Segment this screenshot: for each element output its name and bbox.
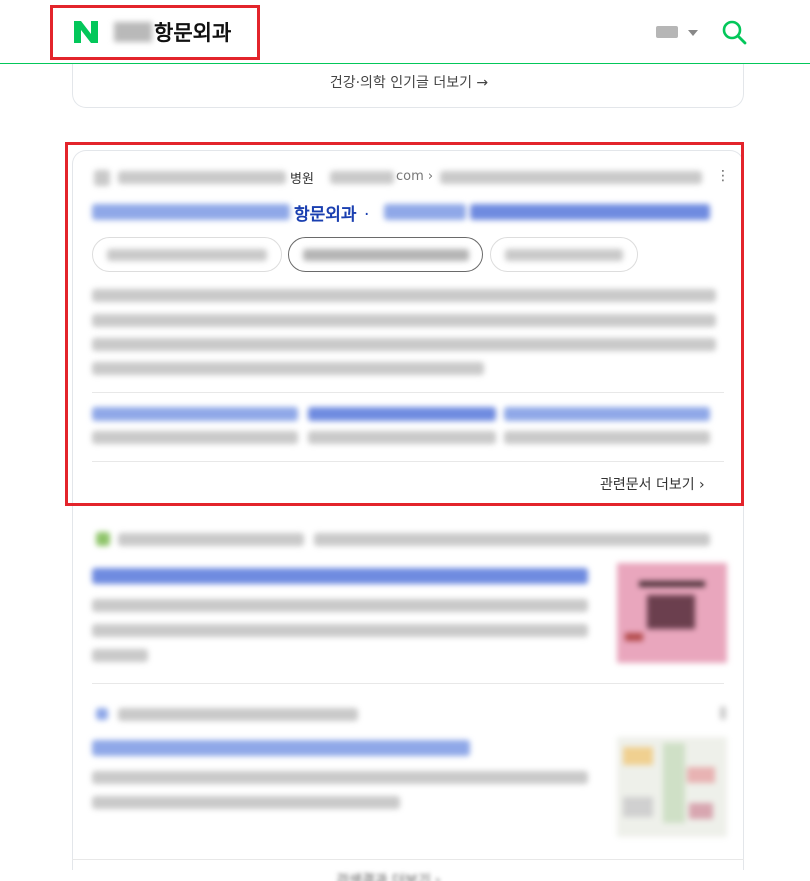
- previous-result-card: 건강·의학 인기글 더보기 →: [72, 64, 744, 108]
- favicon: [96, 708, 108, 720]
- result3-title[interactable]: [92, 740, 470, 756]
- favicon: [96, 532, 110, 546]
- search-icon[interactable]: [721, 19, 747, 45]
- result3-snippet-2: [92, 796, 400, 809]
- result3-snippet-1: [92, 771, 588, 784]
- result2-snippet-1: [92, 599, 588, 612]
- divider: [92, 683, 724, 684]
- breadcrumb-redacted: [314, 533, 710, 546]
- result2-snippet-3: [92, 649, 148, 662]
- more-options-icon[interactable]: [720, 706, 726, 720]
- caret-down-icon[interactable]: [688, 30, 698, 36]
- more-results-link[interactable]: 검색결과 더보기 ›: [336, 870, 441, 881]
- source-name-redacted: [118, 533, 304, 546]
- result2-thumbnail[interactable]: [617, 563, 727, 663]
- keyboard-icon[interactable]: [656, 26, 678, 38]
- popular-posts-more-link[interactable]: 건강·의학 인기글 더보기 →: [73, 72, 745, 92]
- divider: [72, 859, 744, 860]
- source-name-redacted: [118, 708, 358, 721]
- result2-snippet-2: [92, 624, 588, 637]
- result3-thumbnail[interactable]: [617, 737, 727, 837]
- highlight-box-result: [65, 142, 744, 506]
- result2-title[interactable]: [92, 568, 588, 584]
- highlight-box-query: [50, 5, 260, 60]
